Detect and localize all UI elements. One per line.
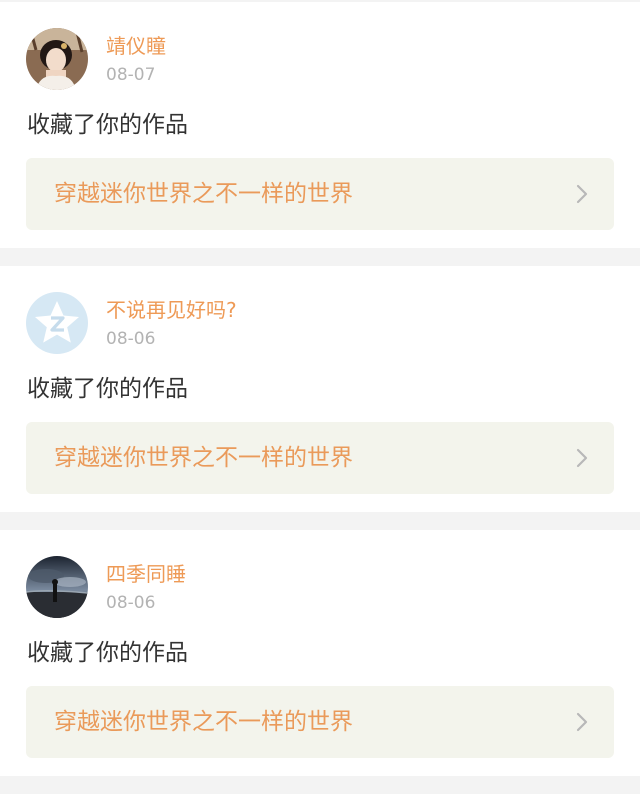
post-date: 08-07 <box>106 65 156 85</box>
portrait-avatar-icon[interactable] <box>26 28 88 90</box>
post-date: 08-06 <box>106 593 156 613</box>
work-link[interactable]: 穿越迷你世界之不一样的世界 <box>26 422 614 494</box>
default-star-avatar-icon[interactable] <box>26 292 88 354</box>
action-text: 收藏了你的作品 <box>27 376 188 402</box>
chevron-right-icon <box>576 448 588 468</box>
chevron-right-icon <box>576 712 588 732</box>
action-text: 收藏了你的作品 <box>27 112 188 138</box>
user-name[interactable]: 不说再见好吗? <box>106 298 237 322</box>
work-link[interactable]: 穿越迷你世界之不一样的世界 <box>26 686 614 758</box>
user-name[interactable]: 四季同睡 <box>106 562 186 586</box>
work-link[interactable]: 穿越迷你世界之不一样的世界 <box>26 158 614 230</box>
post-date: 08-06 <box>106 329 156 349</box>
notification-card: 靖仪瞳 08-07 收藏了你的作品 穿越迷你世界之不一样的世界 <box>0 2 640 248</box>
work-title: 穿越迷你世界之不一样的世界 <box>54 709 353 735</box>
work-title: 穿越迷你世界之不一样的世界 <box>54 445 353 471</box>
chevron-right-icon <box>576 184 588 204</box>
user-name[interactable]: 靖仪瞳 <box>106 34 166 58</box>
notification-card: 四季同睡 08-06 收藏了你的作品 穿越迷你世界之不一样的世界 <box>0 530 640 776</box>
notification-feed: 靖仪瞳 08-07 收藏了你的作品 穿越迷你世界之不一样的世界 不说再见好吗? … <box>0 0 640 794</box>
work-title: 穿越迷你世界之不一样的世界 <box>54 181 353 207</box>
action-text: 收藏了你的作品 <box>27 640 188 666</box>
night-landscape-avatar-icon[interactable] <box>26 556 88 618</box>
notification-card: 不说再见好吗? 08-06 收藏了你的作品 穿越迷你世界之不一样的世界 <box>0 266 640 512</box>
